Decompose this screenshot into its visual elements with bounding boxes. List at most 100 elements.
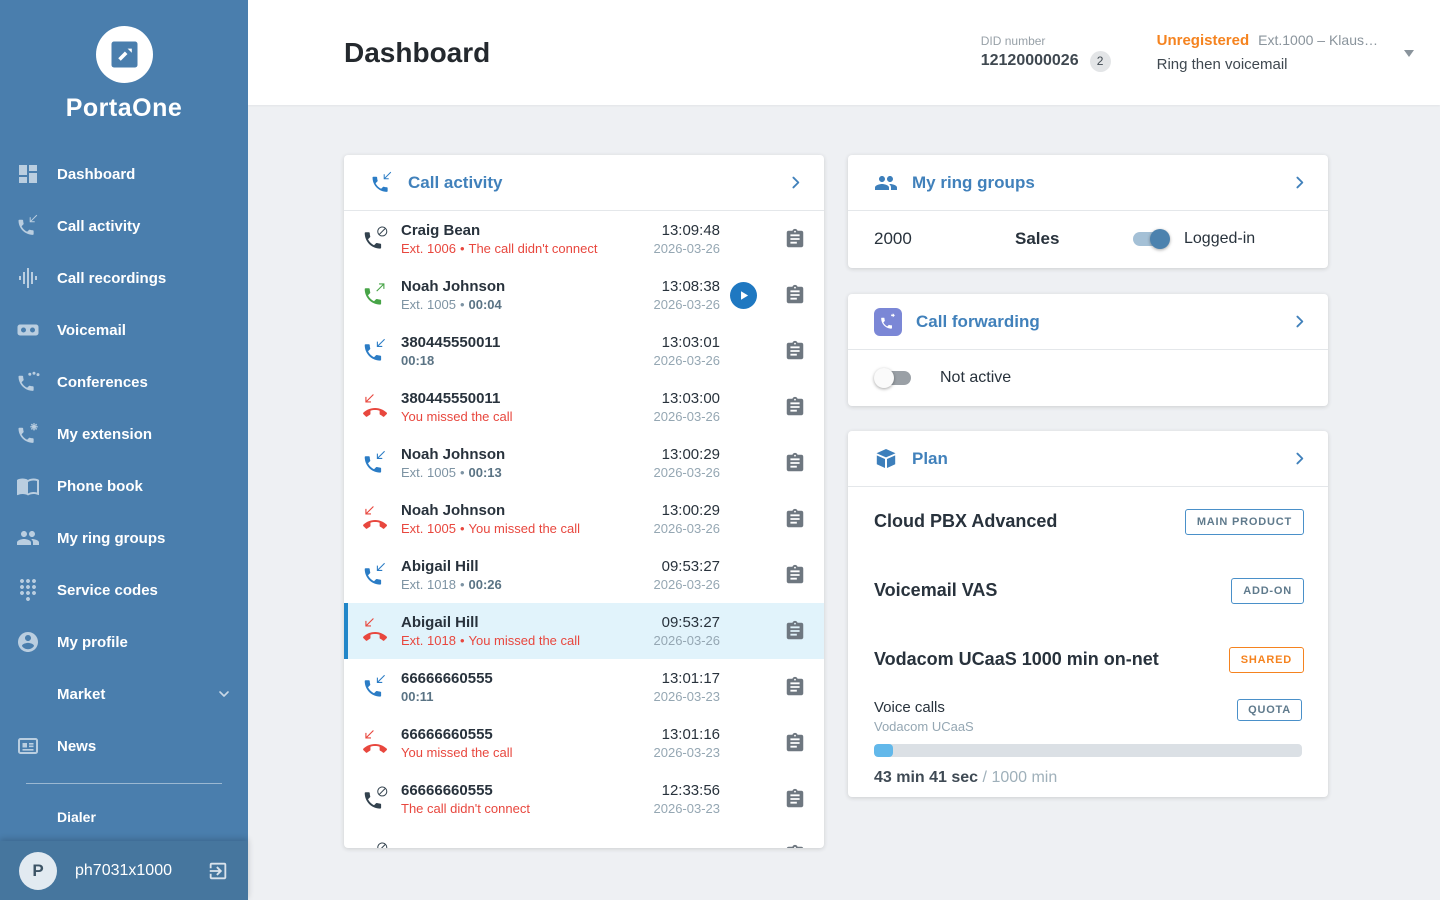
call-row[interactable]: 66666660555 12:32:23 [344,827,824,848]
call-missed-icon [362,394,388,420]
caller-name: Abigail Hill [401,558,640,576]
chevron-right-icon[interactable] [1291,450,1308,467]
call-date: 2026-03-26 [640,464,720,481]
sidebar-item-my-ring-groups[interactable]: My ring groups [0,512,248,564]
sidebar-item-dialer[interactable]: Dialer [0,795,248,839]
plan-card: Plan Cloud PBX Advanced MAIN PRODUCT Voi… [848,431,1328,797]
call-details-clipboard-icon[interactable] [784,788,806,810]
sidebar-item-label: Service codes [57,582,158,599]
sidebar-item-call-recordings[interactable]: Call recordings [0,252,248,304]
call-row[interactable]: 66666660555 The call didn't connect 12:3… [344,771,824,827]
portaone-logo-icon [96,26,153,83]
call-row[interactable]: Craig Bean Ext. 1006•The call didn't con… [344,211,824,267]
call-activity-header[interactable]: Call activity [344,155,824,211]
call-row[interactable]: 66666660555 You missed the call 13:01:16… [344,715,824,771]
chevron-right-icon[interactable] [1291,313,1308,330]
top-bar: Dashboard DID number 12120000026 2 Unreg… [248,0,1440,105]
call-row[interactable]: 66666660555 00:11 13:01:17 2026-03-23 [344,659,824,715]
profile-icon [16,630,40,654]
call-incoming-icon [362,338,388,364]
ring-groups-header[interactable]: My ring groups [848,155,1328,211]
caller-name: Craig Bean [401,222,640,240]
call-row[interactable]: Noah Johnson Ext. 1005•You missed the ca… [344,491,824,547]
call-row-selected[interactable]: Abigail Hill Ext. 1018•You missed the ca… [344,603,824,659]
call-details-clipboard-icon[interactable] [784,228,806,250]
call-date: 2026-03-23 [640,744,720,761]
sidebar-item-dashboard[interactable]: Dashboard [0,148,248,200]
dashboard-icon [16,162,40,186]
call-details-clipboard-icon[interactable] [784,620,806,642]
sidebar-item-label: My extension [57,426,152,443]
logged-in-toggle[interactable] [1130,229,1170,249]
call-date: 2026-03-26 [640,408,720,425]
call-details-clipboard-icon[interactable] [784,340,806,362]
call-row[interactable]: 380445550011 You missed the call 13:03:0… [344,379,824,435]
sidebar-item-phone-book[interactable]: Phone book [0,460,248,512]
call-details-clipboard-icon[interactable] [784,676,806,698]
call-forwarding-header[interactable]: Call forwarding [848,294,1328,350]
sidebar-item-conferences[interactable]: Conferences [0,356,248,408]
call-row[interactable]: Noah Johnson Ext. 1005•00:13 13:00:29 20… [344,435,824,491]
call-detail: The call didn't connect [401,800,640,817]
sidebar-item-call-activity[interactable]: Call activity [0,200,248,252]
phone-settings-icon [16,422,40,446]
logout-icon[interactable] [207,860,229,882]
call-details-clipboard-icon[interactable] [784,284,806,306]
registration-status: Unregistered [1157,32,1250,49]
sidebar-item-my-extension[interactable]: My extension [0,408,248,460]
forwarding-toggle[interactable] [874,368,914,388]
caller-name: 380445550011 [401,334,640,352]
sidebar-item-market[interactable]: Market [0,668,248,720]
call-forwarding-icon [874,308,902,336]
call-row[interactable]: 380445550011 00:18 13:03:01 2026-03-26 [344,323,824,379]
call-row[interactable]: Noah Johnson Ext. 1005•00:04 13:08:38 20… [344,267,824,323]
registration-block[interactable]: Unregistered Ext.1000 – Klaus… Ring then… [1157,32,1378,73]
play-recording-button[interactable] [730,282,757,309]
quota-progress-bar [874,744,1302,757]
caller-name: Abigail Hill [401,614,640,632]
call-time: 13:01:17 [640,669,720,688]
product-name: Vodacom UCaaS 1000 min on-net [874,649,1229,670]
call-detail: Ext. 1018•00:26 [401,576,640,593]
did-number-value: 12120000026 [981,52,1079,70]
sidebar-item-voicemail[interactable]: Voicemail [0,304,248,356]
call-details-clipboard-icon[interactable] [784,508,806,530]
chevron-right-icon[interactable] [1291,174,1308,191]
plan-product-row: Cloud PBX Advanced MAIN PRODUCT [848,487,1328,556]
call-details-clipboard-icon[interactable] [784,564,806,586]
call-time: 13:03:01 [640,333,720,352]
sidebar-item-service-codes[interactable]: Service codes [0,564,248,616]
forwarding-status: Not active [940,369,1011,387]
sidebar-item-news[interactable]: News [0,720,248,772]
call-not-connected-icon [362,226,388,252]
plan-header[interactable]: Plan [848,431,1328,487]
caller-name: Noah Johnson [401,446,640,464]
call-time: 13:01:16 [640,725,720,744]
call-detail: Ext. 1005•00:04 [401,296,640,313]
card-title: Call activity [408,173,787,193]
call-details-clipboard-icon[interactable] [784,452,806,474]
call-missed-icon [362,506,388,532]
product-name: Voicemail VAS [874,580,1231,601]
call-detail: Ext. 1005•00:13 [401,464,640,481]
quota-badge: QUOTA [1237,699,1302,721]
people-icon [16,526,40,550]
call-details-clipboard-icon[interactable] [784,396,806,418]
shared-badge: SHARED [1229,647,1304,673]
call-missed-icon [362,618,388,644]
play-icon [735,287,752,304]
plan-product-row: Vodacom UCaaS 1000 min on-net SHARED [848,625,1328,694]
call-time: 13:00:29 [640,501,720,520]
caller-name: 66666660555 [401,846,640,848]
right-column: My ring groups 2000 Sales Logged-in Call… [848,155,1328,797]
call-not-connected-icon [362,842,388,848]
caller-name: 66666660555 [401,782,640,800]
sidebar-item-my-profile[interactable]: My profile [0,616,248,668]
call-details-clipboard-icon[interactable] [784,844,806,848]
chevron-right-icon[interactable] [787,174,804,191]
sidebar-item-label: Call activity [57,218,140,235]
dropdown-caret-icon[interactable] [1404,50,1414,62]
call-details-clipboard-icon[interactable] [784,732,806,754]
call-row[interactable]: Abigail Hill Ext. 1018•00:26 09:53:27 20… [344,547,824,603]
call-date: 2026-03-26 [640,296,720,313]
